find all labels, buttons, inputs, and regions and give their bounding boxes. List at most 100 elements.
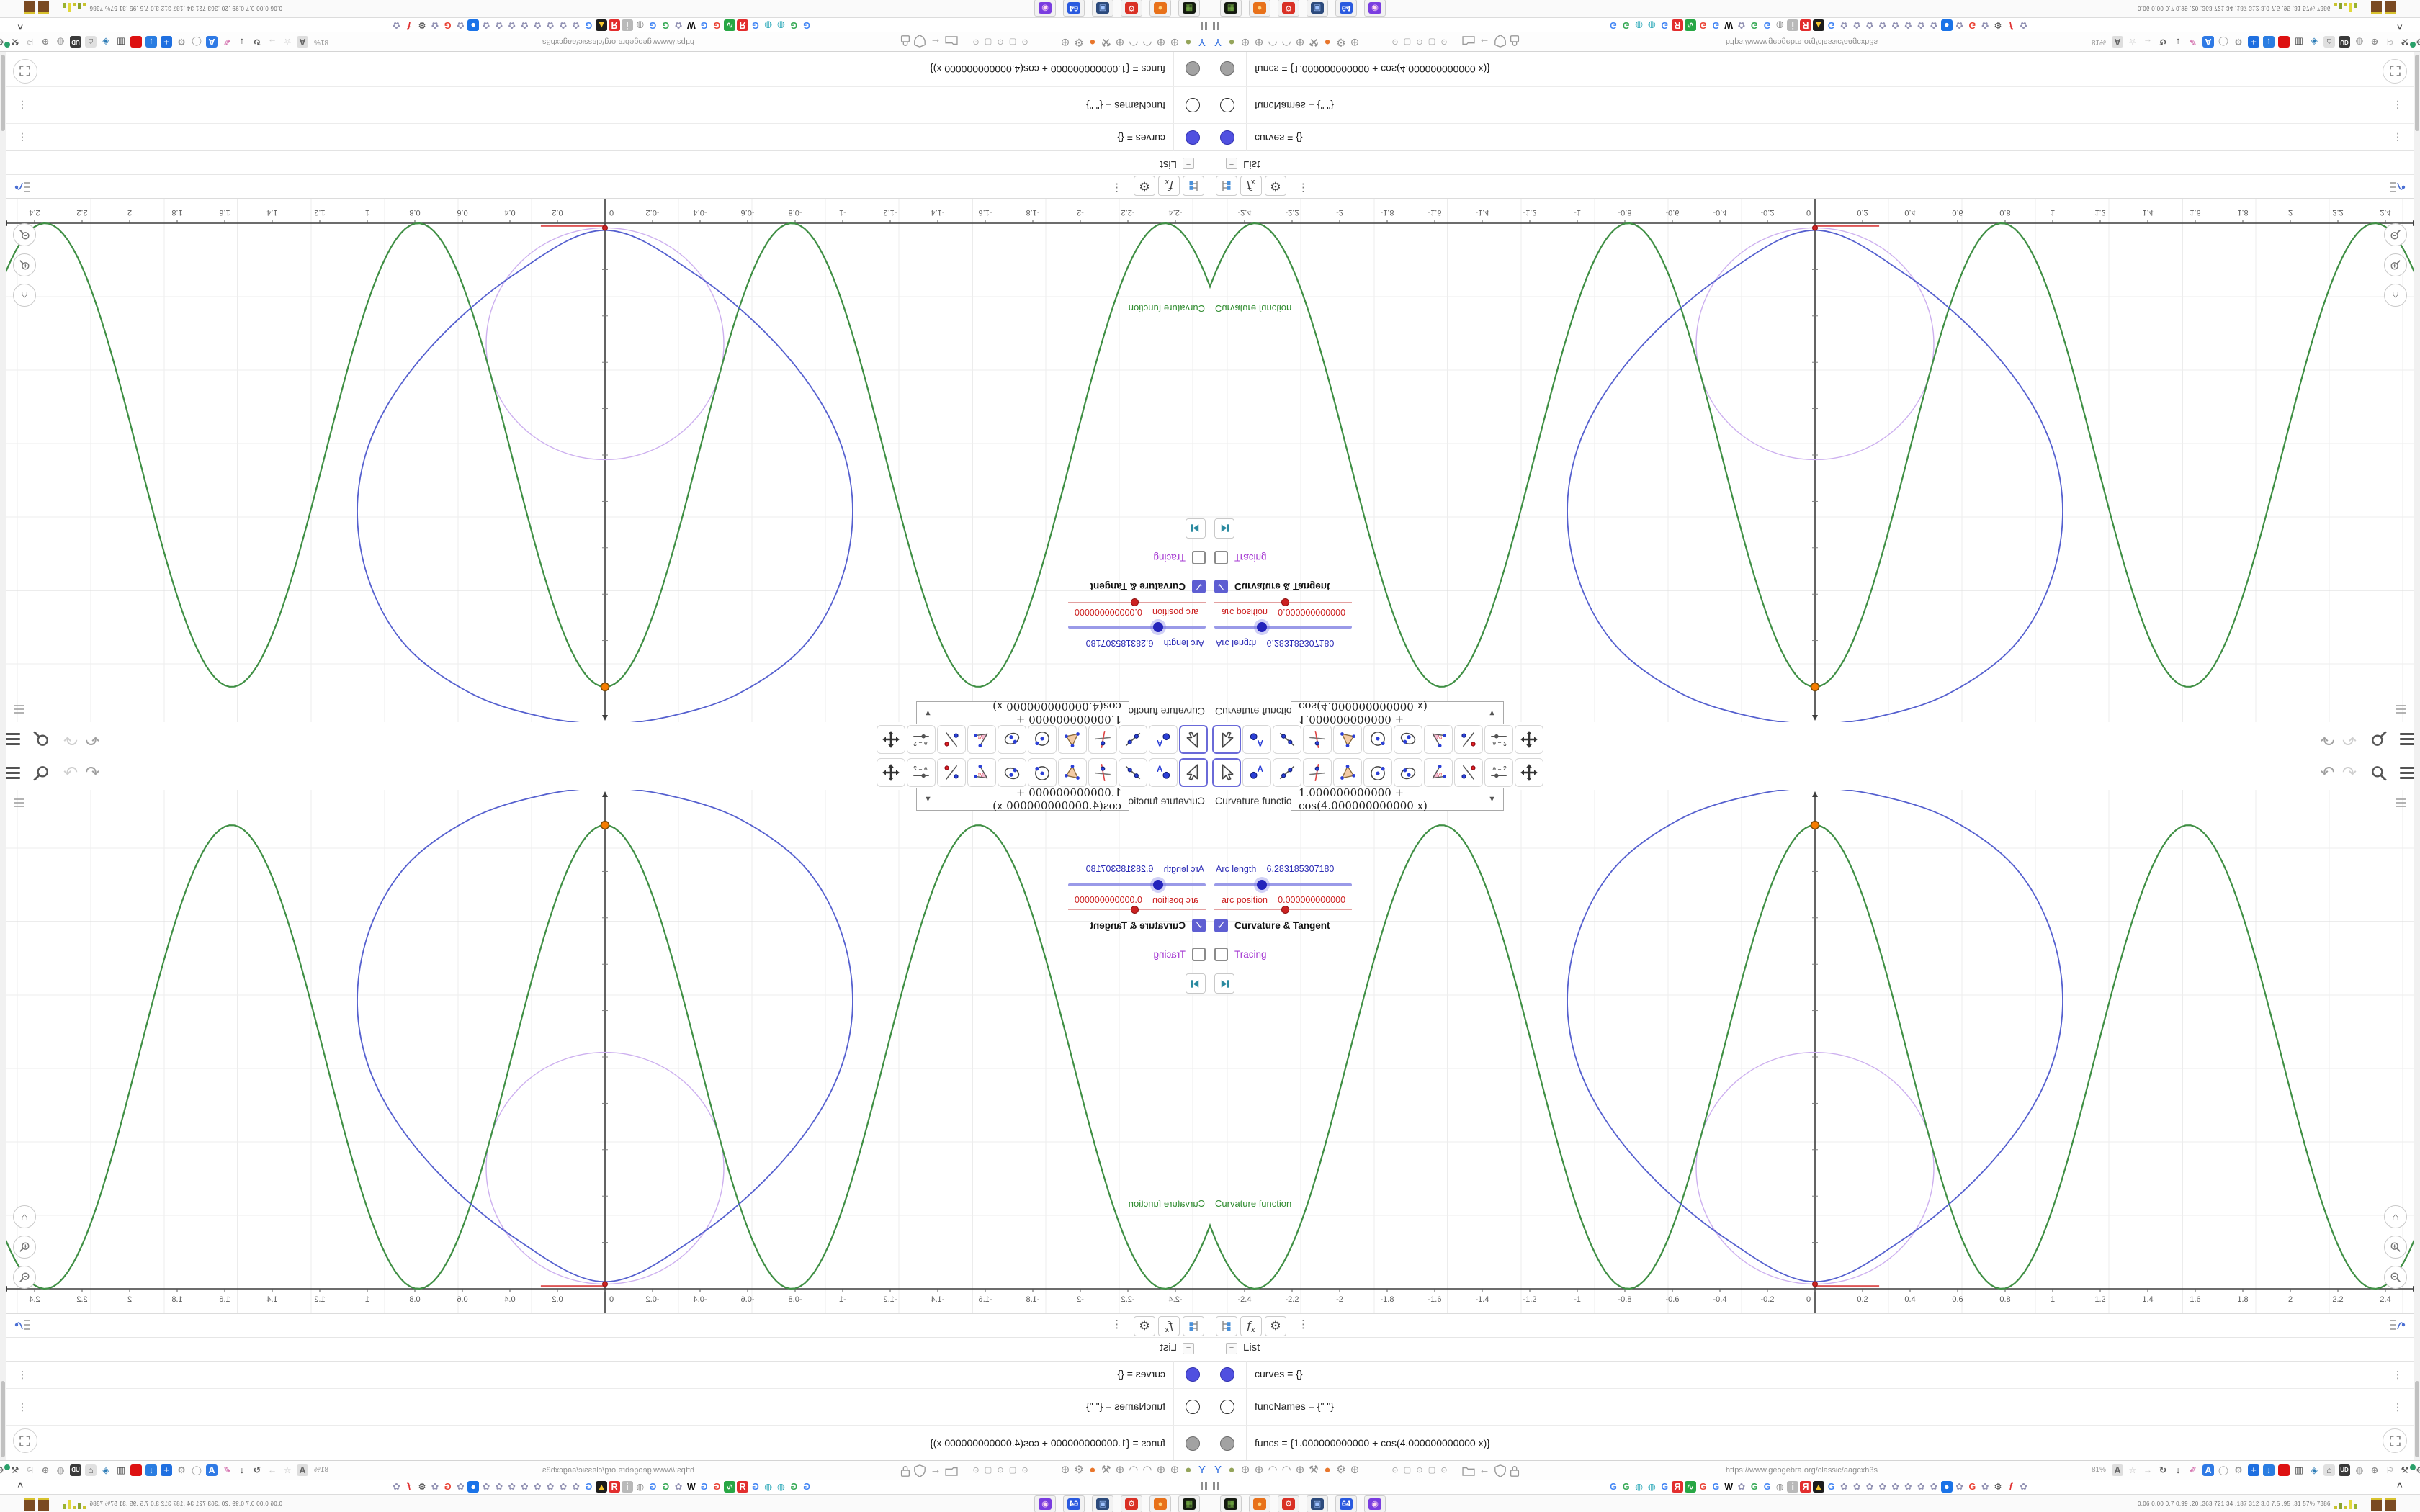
algebra-tree-button[interactable] xyxy=(1183,176,1204,196)
browser-action-icon[interactable]: ↓ xyxy=(236,36,248,48)
redo-icon[interactable]: ↷ xyxy=(2342,764,2357,782)
extension-icon[interactable]: ● xyxy=(1086,1463,1099,1477)
favicon[interactable]: ✿ xyxy=(1928,19,1940,31)
favicon[interactable]: ✿ xyxy=(557,19,569,31)
favicon[interactable]: G xyxy=(660,1481,671,1493)
row-menu-icon[interactable]: ⋮ xyxy=(2393,99,2403,111)
taskbar-app-button[interactable]: 64 xyxy=(1335,1495,1357,1512)
visibility-marble[interactable] xyxy=(1220,98,1234,112)
browser-action-icon[interactable]: ⚒ xyxy=(2399,36,2411,48)
tool-line-button[interactable] xyxy=(1119,758,1147,787)
favicon[interactable]: G xyxy=(1826,1481,1837,1493)
favicon[interactable]: ◍ xyxy=(1646,1481,1657,1493)
algebra-settings-button[interactable]: ⚙ xyxy=(1265,176,1286,196)
browser-address-bar[interactable]: Y ● ⊕ ⊕ ◠ ◠ ⊕ ⚒ ● ⚙ ⊕ ⊙ ▢ ⊙ ▢ ⊙ ← https://www.geogebra… xyxy=(1210,32,2420,52)
extension-icon[interactable]: ⊕ xyxy=(1059,1463,1072,1477)
favicon[interactable]: ✿ xyxy=(570,1481,582,1493)
browser-action-icon[interactable]: UD xyxy=(2339,1464,2350,1476)
favicon[interactable]: ✿ xyxy=(506,19,518,31)
algebra-tree-button[interactable] xyxy=(1183,1316,1204,1336)
extension-icon[interactable]: ◠ xyxy=(1266,1463,1279,1477)
indicator-icon[interactable]: ⊙ xyxy=(1439,1466,1449,1475)
favicon[interactable]: G xyxy=(699,1481,710,1493)
favicon[interactable]: G xyxy=(788,1481,799,1493)
favicon[interactable]: G xyxy=(750,19,761,31)
browser-action-icon[interactable]: ⚐ xyxy=(2384,36,2396,48)
arc-length-slider[interactable] xyxy=(1068,880,1206,890)
favicon[interactable]: ✿ xyxy=(1851,1481,1863,1493)
favicon[interactable]: ⚙ xyxy=(416,19,428,31)
taskbar-app-button[interactable]: ▦ xyxy=(1220,0,1242,17)
browser-action-icon[interactable]: ▥ xyxy=(2293,36,2305,48)
visibility-marble[interactable] xyxy=(1220,61,1234,76)
favicon[interactable]: G xyxy=(788,19,799,31)
favicon[interactable]: ✿ xyxy=(1736,19,1747,31)
algebra-settings-button[interactable]: ⚙ xyxy=(1265,1316,1286,1336)
taskbar-app-button[interactable]: ◉ xyxy=(1034,1495,1056,1512)
search-icon[interactable] xyxy=(2370,730,2388,749)
extension-icon[interactable]: ◠ xyxy=(1280,1463,1293,1477)
favicon[interactable]: G xyxy=(1966,1481,1978,1493)
algebra-panel-icon[interactable] xyxy=(2390,176,2407,194)
extension-icon[interactable]: ◠ xyxy=(1127,35,1140,49)
page-scrollbar[interactable] xyxy=(2414,756,2420,1460)
favicon[interactable]: G xyxy=(647,1481,658,1493)
favicon[interactable]: ● xyxy=(1940,1481,1953,1493)
browser-action-icon[interactable]: ↻ xyxy=(251,36,263,48)
taskbar-app-button[interactable]: ▦ xyxy=(1220,1495,1242,1512)
browser-action-icon[interactable]: ◍ xyxy=(55,1464,66,1476)
collapse-toggle[interactable]: − xyxy=(1183,158,1194,169)
browser-action-icon[interactable] xyxy=(2278,36,2290,48)
browser-action-icon[interactable]: ↓ xyxy=(2172,1464,2184,1476)
favicon[interactable]: ✿ xyxy=(454,1481,466,1493)
caret-up-icon[interactable]: ^ xyxy=(17,1481,23,1492)
extension-icon[interactable]: ◠ xyxy=(1127,1463,1140,1477)
browser-action-icon[interactable]: ⊕ xyxy=(2369,36,2380,48)
tool-line-button[interactable] xyxy=(1273,725,1301,754)
favicon[interactable]: Я xyxy=(609,19,620,31)
extension-icon[interactable]: ● xyxy=(1321,35,1334,49)
row-menu-icon[interactable]: ⋮ xyxy=(17,1401,27,1413)
extension-icon[interactable]: ● xyxy=(1225,1463,1238,1477)
fullscreen-button[interactable] xyxy=(13,59,37,84)
pinned-tabs-row[interactable]: G G ◍ ◍ G Я ∿ G G W ✿ G G ◍ i Я ▲ G ✿ ✿ ✿ ✿ ✿ ✿ ✿ ✿ ● ✿ G ✿ ⚙ f ✿ ^ xyxy=(0,1480,1210,1494)
browser-action-icon[interactable]: UD xyxy=(2339,36,2350,48)
redo-icon[interactable]: ↷ xyxy=(63,730,78,750)
extension-icon[interactable]: ⊕ xyxy=(1155,35,1168,49)
tool-slider-button[interactable]: a = 2 xyxy=(1484,725,1513,754)
browser-action-icon[interactable]: ▥ xyxy=(115,36,127,48)
tool-ellipse-button[interactable] xyxy=(998,758,1026,787)
favicon[interactable]: ✿ xyxy=(1864,19,1876,31)
algebra-row-funcs[interactable]: funcs = {1.000000000000 + cos(4.00000000… xyxy=(1210,1426,2420,1462)
favicon[interactable]: G xyxy=(1659,1481,1670,1493)
extension-icon[interactable]: ⚒ xyxy=(1100,1463,1113,1477)
visibility-marble[interactable] xyxy=(1186,98,1200,112)
url-text[interactable]: https://www.geogebra.org/classic/aagcxh3… xyxy=(1726,37,1878,46)
algebra-panel-icon[interactable] xyxy=(13,176,30,194)
slider-knob[interactable] xyxy=(1131,598,1139,606)
undo-icon[interactable]: ↶ xyxy=(2321,764,2335,782)
favicon[interactable]: W xyxy=(686,19,697,31)
browser-action-icon[interactable]: → xyxy=(266,36,278,48)
caret-up-icon[interactable]: ^ xyxy=(2397,20,2403,31)
tool-line-button[interactable] xyxy=(1273,758,1301,787)
favicon[interactable]: ▲ xyxy=(596,19,608,31)
home-button[interactable]: ⌂ xyxy=(2384,1205,2407,1228)
algebra-row-curves[interactable]: curves = {} ⋮ xyxy=(0,1361,1210,1389)
extension-icon[interactable]: ⚒ xyxy=(1100,35,1113,49)
indicator-icon[interactable]: ⊙ xyxy=(971,1466,981,1475)
extension-icon[interactable]: ⊕ xyxy=(1113,35,1126,49)
play-button[interactable] xyxy=(1186,518,1206,539)
algebra-row-funcnames[interactable]: funcNames = {" "} ⋮ xyxy=(1210,86,2420,123)
tool-point-button[interactable]: A xyxy=(1242,758,1271,787)
browser-action-icon[interactable]: ◍ xyxy=(55,36,66,48)
browser-action-icon[interactable]: ◈ xyxy=(2308,1464,2320,1476)
tool-perpendicular-button[interactable] xyxy=(1303,758,1332,787)
collapse-toggle[interactable]: − xyxy=(1183,1343,1194,1354)
favicon[interactable]: Я xyxy=(1800,1481,1811,1493)
tool-slider-button[interactable]: a = 2 xyxy=(907,758,936,787)
indicator-icon[interactable]: ▢ xyxy=(1008,1466,1018,1475)
browser-action-icon[interactable]: ◍ xyxy=(2354,36,2365,48)
graphics-stylebar-toggle[interactable] xyxy=(2394,797,2407,812)
favicon[interactable]: ∿ xyxy=(724,19,736,31)
